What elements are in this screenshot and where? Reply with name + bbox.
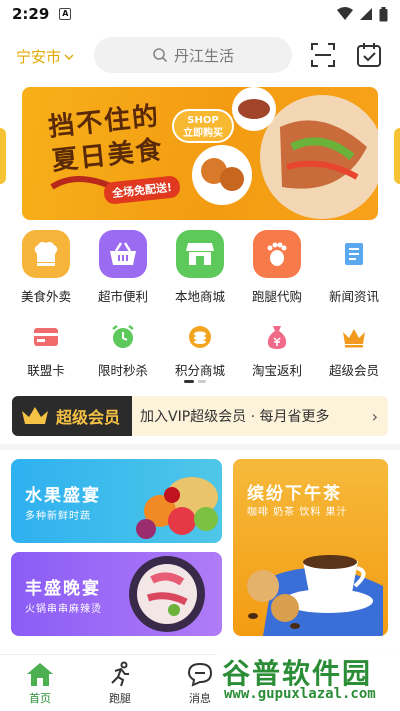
notification-a-icon: A: [59, 8, 72, 20]
vip-promo-bar[interactable]: 超级会员 加入VIP超级会员 · 每月省更多 ›: [12, 396, 388, 436]
shop-badge-line1: SHOP: [187, 115, 219, 126]
shopping-basket-icon: [99, 230, 147, 278]
category-super-member[interactable]: 超级会员: [318, 322, 390, 379]
home-icon: [27, 663, 53, 686]
news-icon: [330, 230, 378, 278]
category-label: 本地商城: [174, 289, 225, 304]
gold-crown-icon: [22, 407, 48, 424]
category-local-mall[interactable]: 本地商城: [164, 230, 236, 305]
status-time: 2:29: [12, 5, 50, 23]
battery-icon: [379, 6, 388, 21]
chef-hat-icon: [22, 230, 70, 278]
category-flash-sale[interactable]: 限时秒杀: [87, 322, 159, 379]
card-fruit-feast[interactable]: 水果盛宴 多种新鲜时蔬: [11, 459, 222, 543]
hotpot-plate-image: [129, 556, 205, 632]
watermark-url: www.gupuxlazal.com: [224, 686, 376, 702]
card-title: 丰盛晚宴: [25, 579, 101, 599]
secondary-category-grid: 联盟卡 限时秒杀 积分商城 淘宝返利 超级会员: [0, 322, 400, 379]
category-supermarket[interactable]: 超市便利: [87, 230, 159, 305]
tab-label: 消息: [189, 692, 211, 705]
category-label: 美食外卖: [20, 289, 71, 304]
status-icons: [337, 6, 388, 22]
search-placeholder: 丹江生活: [173, 46, 234, 65]
signal-icon: [360, 8, 372, 20]
category-label: 新闻资讯: [328, 289, 379, 304]
tab-errand[interactable]: 跑腿: [80, 655, 160, 711]
card-subtitle: 火锅串串麻辣烫: [25, 604, 102, 615]
category-food-delivery[interactable]: 美食外卖: [10, 230, 82, 305]
card-dinner-feast[interactable]: 丰盛晚宴 火锅串串麻辣烫: [11, 552, 222, 636]
coffee-cup-image: [247, 555, 383, 636]
card-afternoon-tea[interactable]: 缤纷下午茶 咖啡 奶茶 饮料 果汁: [233, 459, 388, 636]
coins-icon: [185, 322, 215, 352]
search-bar[interactable]: 丹江生活: [94, 37, 292, 73]
category-label: 联盟卡: [27, 363, 65, 378]
primary-category-grid: 美食外卖 超市便利 本地商城 跑腿代购 新闻资讯: [0, 230, 400, 305]
grid-page-indicator: [184, 380, 206, 383]
money-bag-icon: [262, 322, 292, 352]
banner-title: 挡不住的 夏日美食: [47, 99, 166, 178]
calendar-checkin-button[interactable]: [354, 40, 384, 70]
calendar-check-icon: [357, 43, 381, 67]
scan-button[interactable]: [308, 40, 338, 70]
chevron-down-icon: [64, 54, 74, 60]
section-divider: [0, 444, 400, 450]
category-alliance-card[interactable]: 联盟卡: [10, 322, 82, 379]
page-dot: [198, 380, 206, 383]
top-header: 宁安市 丹江生活: [0, 36, 400, 76]
category-label: 超级会员: [328, 363, 379, 378]
scan-icon: [311, 43, 335, 67]
card-title: 水果盛宴: [25, 486, 101, 506]
wifi-icon: [337, 7, 353, 20]
shop-badge-line2: 立即购买: [183, 128, 223, 139]
city-selector[interactable]: 宁安市: [16, 46, 74, 67]
vip-promo-text: 加入VIP超级会员 · 每月省更多: [140, 409, 330, 425]
category-points-mall[interactable]: 积分商城: [164, 322, 236, 379]
vip-badge: 超级会员: [12, 396, 132, 436]
category-taobao-rebate[interactable]: 淘宝返利: [241, 322, 313, 379]
carousel-next-peek: [394, 128, 400, 184]
tab-home[interactable]: 首页: [0, 655, 80, 711]
category-label: 积分商城: [174, 363, 225, 378]
chat-icon: [187, 662, 213, 687]
vip-badge-label: 超级会员: [56, 408, 121, 427]
tab-label: 首页: [29, 692, 51, 705]
runner-icon: [111, 661, 129, 687]
page-dot-active: [184, 380, 194, 383]
promo-banner[interactable]: 挡不住的 夏日美食 全场免配送! SHOP 立即购买: [22, 87, 378, 220]
footprint-icon: [253, 230, 301, 278]
card-title: 缤纷下午茶: [247, 484, 342, 504]
category-news[interactable]: 新闻资讯: [318, 230, 390, 305]
card-icon: [31, 322, 61, 352]
category-label: 限时秒杀: [97, 363, 148, 378]
fruit-image: [136, 477, 218, 539]
carousel-prev-peek: [0, 128, 6, 184]
card-subtitle: 多种新鲜时蔬: [25, 511, 91, 522]
card-subtitle: 咖啡 奶茶 饮料 果汁: [247, 507, 348, 518]
crown-icon: [339, 322, 369, 352]
status-bar: 2:29 A: [0, 0, 400, 28]
tab-label: 跑腿: [109, 692, 131, 705]
chevron-right-icon: ›: [371, 406, 378, 426]
alarm-clock-icon: [108, 322, 138, 352]
storefront-icon: [176, 230, 224, 278]
watermark-logo: 谷普软件园 www.gupuxlazal.com: [216, 650, 400, 706]
banner-shop-badge: SHOP 立即购买: [172, 109, 234, 143]
category-label: 超市便利: [97, 289, 148, 304]
city-name: 宁安市: [16, 48, 62, 66]
category-label: 淘宝返利: [251, 363, 302, 378]
category-label: 跑腿代购: [251, 289, 302, 304]
search-icon: [153, 48, 168, 63]
category-errand[interactable]: 跑腿代购: [241, 230, 313, 305]
